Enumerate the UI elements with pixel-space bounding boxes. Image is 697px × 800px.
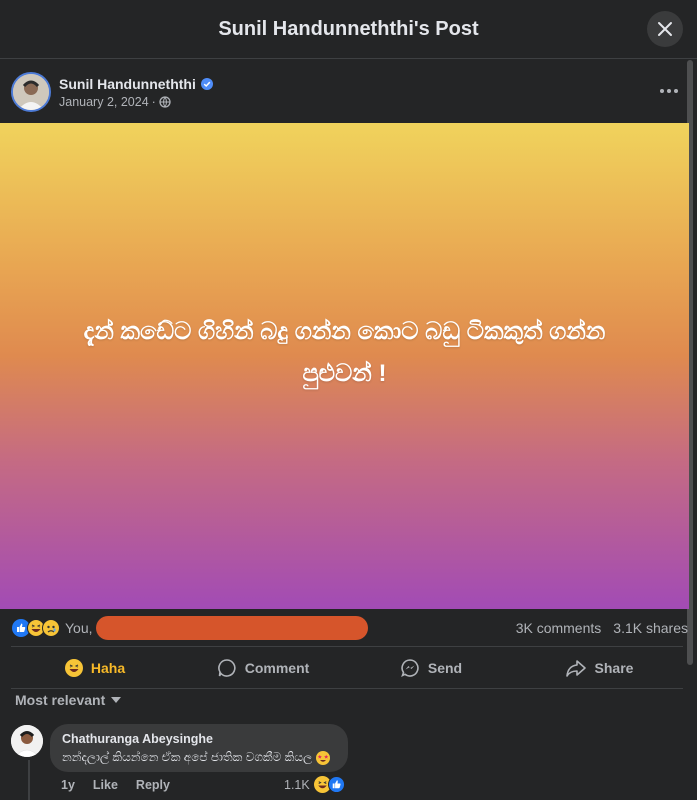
post-text: දැන් කඩේට ගිහින් බදු ගන්න කොට බඩු ටිකකුත… [45,311,645,395]
comment-label: Comment [244,659,310,676]
like-reaction-icon [327,776,345,793]
comment-text: නන්දලාල් කියන්නෙ ඒක අපේ ජාතික වගකීම කියල [62,750,313,764]
send-button[interactable]: Send [347,647,515,688]
sad-reaction-icon [42,619,60,637]
post-date[interactable]: January 2, 2024 [59,95,149,109]
share-button[interactable]: Share [515,647,683,688]
reaction-icons[interactable] [12,619,60,637]
caret-down-icon [111,697,122,703]
post-text-line-2: පුළුවන් ! [302,360,387,387]
comments-count[interactable]: 3K comments [516,620,602,636]
comment-like-button[interactable]: Like [93,778,118,792]
send-label: Send [427,659,463,676]
close-icon [658,22,672,36]
reactors-text[interactable]: You, [65,620,93,636]
author-name[interactable]: Sunil Handunneththi [59,76,196,92]
meta-separator: · [151,94,156,109]
haha-icon [64,658,83,677]
commenter-avatar[interactable] [11,725,43,757]
shares-count[interactable]: 3.1K shares [613,620,688,636]
author-avatar[interactable] [11,72,51,112]
more-dots-icon [660,89,678,93]
comment-actions: 1y Like Reply [61,778,170,792]
comment-icon [217,658,236,677]
thread-line [28,760,30,800]
comment-reaction-count: 1.1K [284,777,310,792]
redacted-names [95,616,368,640]
post-content-background: දැන් කඩේට ගිහින් බදු ගන්න කොට බඩු ටිකකුත… [0,123,689,609]
verified-badge-icon [200,77,213,90]
post-header: Sunil Handunneththi January 2, 2024 · [11,71,681,113]
sort-label: Most relevant [15,692,106,708]
close-button[interactable] [647,11,683,47]
comment-button[interactable]: Comment [179,647,347,688]
action-bar: Haha Comment Send Share [11,646,683,689]
post-text-line-1: දැන් කඩේට ගිහින් බදු ගන්න කොට බඩු ටිකකුත… [83,318,606,345]
share-arrow-icon [565,659,586,677]
reactions-summary: You, 3K comments 3.1K shares [12,616,688,640]
globe-icon [159,95,171,108]
haha-label: Haha [90,659,126,676]
more-options-button[interactable] [657,81,681,101]
share-label: Share [594,659,634,676]
comment-author[interactable]: Chathuranga Abeysinghe [62,732,336,746]
modal-header: Sunil Handunneththi's Post [0,0,697,59]
haha-button[interactable]: Haha [11,647,179,688]
comment-bubble: Chathuranga Abeysinghe නන්දලාල් කියන්නෙ … [50,724,348,772]
comment-reply-button[interactable]: Reply [136,778,170,792]
comment-sort-dropdown[interactable]: Most relevant [15,692,122,708]
messenger-icon [401,658,419,677]
star-struck-emoji-icon [316,750,331,765]
modal-title: Sunil Handunneththi's Post [218,17,479,40]
comment-age[interactable]: 1y [61,778,75,792]
comment-reactions[interactable]: 1.1K [284,776,345,793]
